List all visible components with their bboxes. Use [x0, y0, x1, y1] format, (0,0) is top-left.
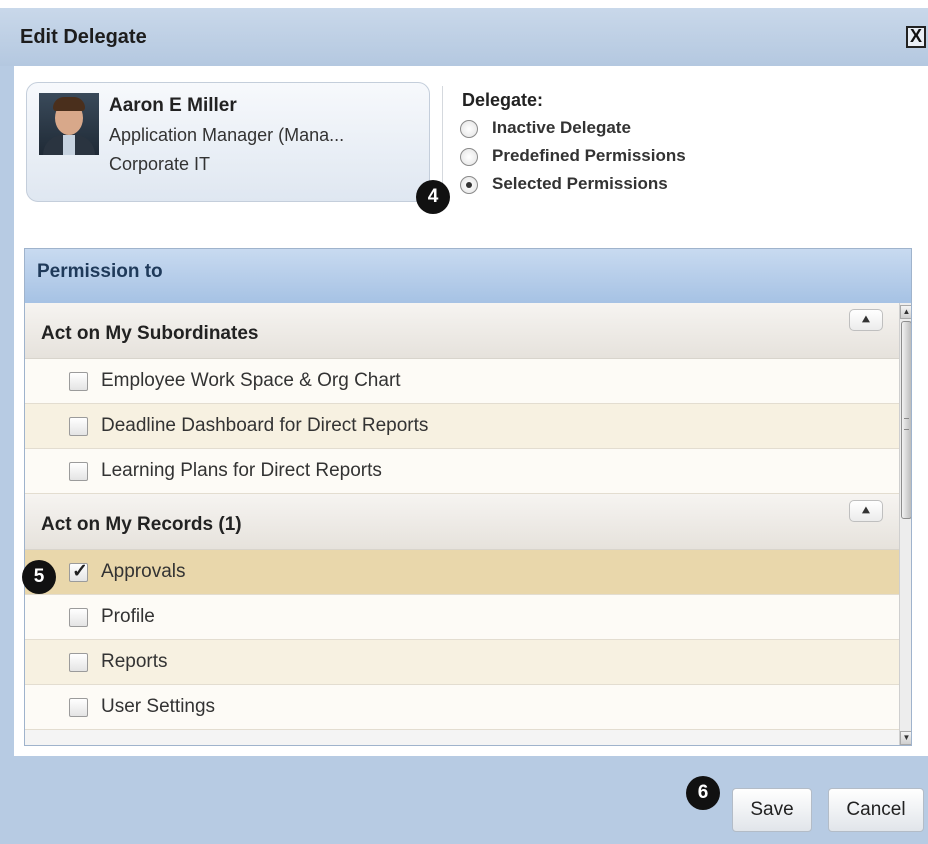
section-title: Act on My Records (1)	[41, 514, 242, 535]
scroll-up-arrow-icon[interactable]: ▲	[900, 305, 911, 319]
list-item[interactable]: Learning Plans for Direct Reports	[25, 449, 899, 494]
item-label: User Settings	[101, 696, 216, 717]
checkbox[interactable]	[69, 608, 88, 627]
user-job-title: Application Manager (Mana...	[109, 125, 345, 145]
user-card: Aaron E Miller Application Manager (Mana…	[26, 82, 430, 202]
callout-badge: 5	[22, 560, 56, 594]
delegate-label: Delegate:	[462, 90, 544, 110]
list-item-selected[interactable]: Approvals	[25, 550, 899, 595]
checkbox[interactable]	[69, 372, 88, 391]
item-label: Approvals	[101, 561, 186, 582]
dialog-titlebar: Edit Delegate X	[0, 8, 928, 66]
cancel-button[interactable]: Cancel	[828, 788, 924, 832]
list-item[interactable]: User Settings	[25, 685, 899, 730]
scrollbar[interactable]: ▲ ▼	[899, 303, 911, 745]
radio-button[interactable]	[460, 148, 478, 166]
section-title: Act on My Subordinates	[41, 323, 259, 344]
dialog-title: Edit Delegate	[20, 26, 147, 48]
checkbox[interactable]	[69, 462, 88, 481]
user-department: Corporate IT	[109, 154, 211, 174]
permissions-panel: Permission to Act on My Subordinates ⯅ E…	[24, 248, 912, 746]
avatar	[39, 93, 99, 155]
close-button[interactable]: X	[906, 26, 926, 48]
radio-label: Selected Permissions	[492, 174, 668, 193]
double-chevron-up-icon: ⯅	[860, 503, 872, 518]
item-label: Employee Work Space & Org Chart	[101, 370, 401, 391]
radio-label: Inactive Delegate	[492, 118, 631, 137]
list-item[interactable]: Deadline Dashboard for Direct Reports	[25, 404, 899, 449]
section-header-subordinates: Act on My Subordinates ⯅	[25, 303, 899, 359]
section-header-records: Act on My Records (1) ⯅	[25, 494, 899, 550]
item-label: Learning Plans for Direct Reports	[101, 460, 382, 481]
collapse-button[interactable]: ⯅	[849, 309, 883, 331]
close-icon: X	[909, 26, 922, 46]
list-item[interactable]: Reports	[25, 640, 899, 685]
callout-badge: 4	[416, 180, 450, 214]
collapse-button[interactable]: ⯅	[849, 500, 883, 522]
callout-badge: 6	[686, 776, 720, 810]
double-chevron-up-icon: ⯅	[860, 312, 872, 327]
save-button[interactable]: Save	[732, 788, 812, 832]
checkbox[interactable]	[69, 698, 88, 717]
permissions-header: Permission to	[25, 249, 911, 303]
dialog-body: Aaron E Miller Application Manager (Mana…	[14, 66, 928, 756]
list-item[interactable]: Employee Work Space & Org Chart	[25, 359, 899, 404]
checkbox-checked[interactable]	[69, 560, 88, 583]
list-item[interactable]: Profile	[25, 595, 899, 640]
scroll-thumb[interactable]	[901, 321, 911, 519]
radio-button-selected[interactable]	[460, 176, 478, 194]
user-name: Aaron E Miller	[109, 95, 237, 116]
item-label: Reports	[101, 651, 168, 672]
item-label: Profile	[101, 606, 155, 627]
permissions-header-title: Permission to	[37, 261, 163, 282]
scroll-down-arrow-icon[interactable]: ▼	[900, 731, 911, 745]
checkbox[interactable]	[69, 653, 88, 672]
item-label: Deadline Dashboard for Direct Reports	[101, 415, 429, 436]
radio-label: Predefined Permissions	[492, 146, 686, 165]
checkbox[interactable]	[69, 417, 88, 436]
radio-button[interactable]	[460, 120, 478, 138]
edit-delegate-dialog: Edit Delegate X Aaron E Miller Applicati…	[0, 8, 928, 844]
